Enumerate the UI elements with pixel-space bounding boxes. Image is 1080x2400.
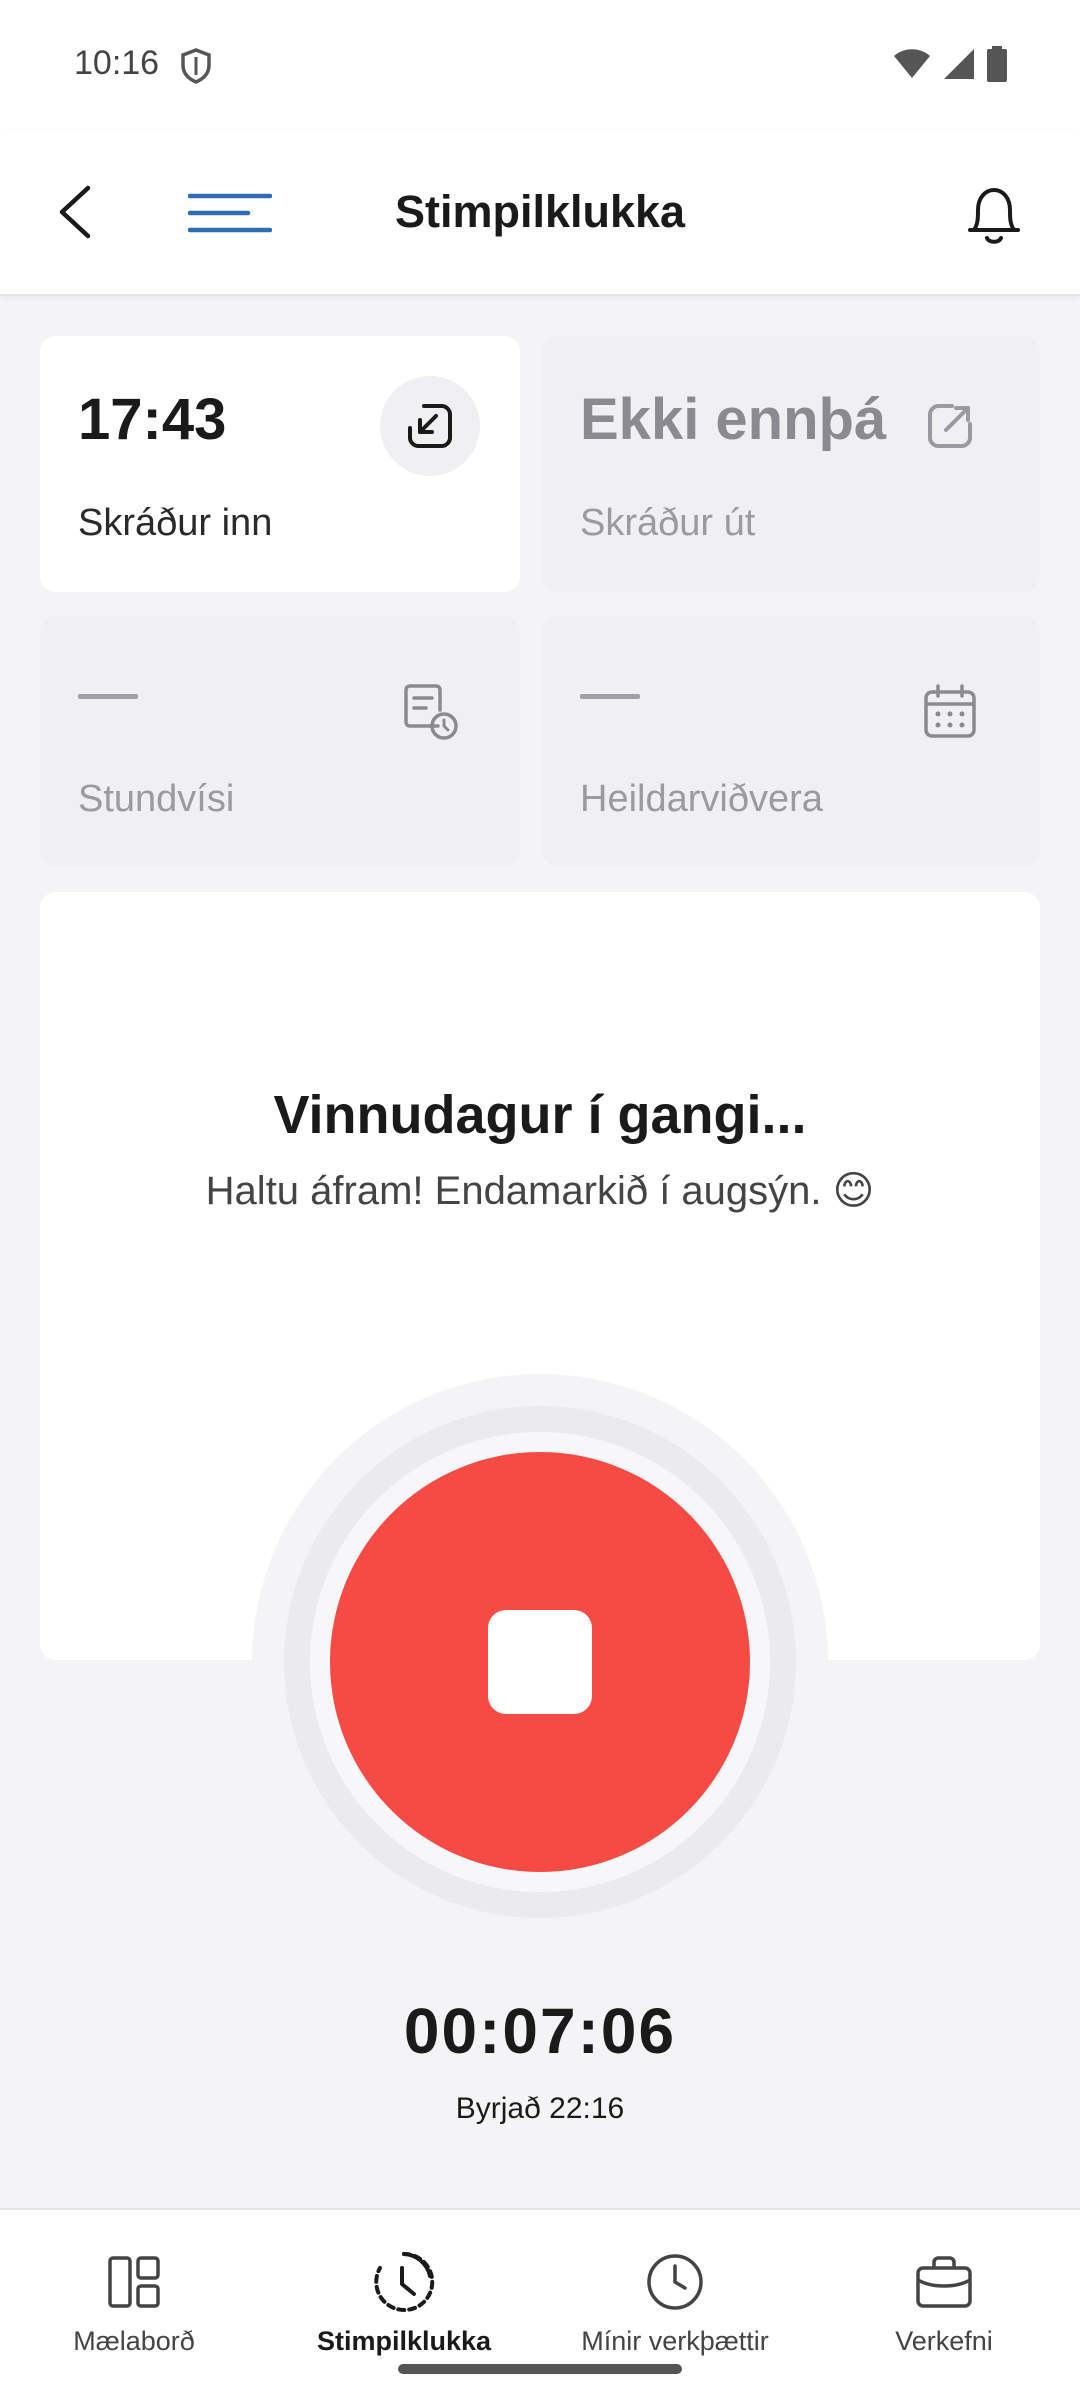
nav-label-projects: Verkefni	[895, 2326, 993, 2356]
home-indicator	[398, 2364, 682, 2374]
nav-label-timeclock: Stimpilklukka	[316, 2326, 492, 2356]
clock-in-card: 17:43 Skráður inn	[40, 336, 520, 592]
app-bar: Stimpilklukka	[0, 130, 1080, 296]
dashboard-icon	[108, 2256, 160, 2308]
bell-icon[interactable]	[962, 180, 1026, 250]
battery-icon	[987, 46, 1007, 82]
shield-icon	[181, 48, 211, 84]
punctuality-icon-wrap	[380, 662, 480, 762]
briefcase-icon	[916, 2256, 972, 2308]
calendar-icon	[924, 684, 976, 738]
total-attendance-icon-wrap	[900, 662, 1000, 762]
total-attendance-value: —	[580, 694, 640, 699]
status-time: 10:16	[74, 44, 160, 82]
external-link-icon	[928, 404, 972, 448]
stop-clock-button[interactable]	[330, 1452, 750, 1872]
clock-out-card: Ekki ennþá Skráður út	[542, 336, 1040, 592]
workday-status-subtitle: Haltu áfram! Endamarkið í augsýn. 😊	[205, 1169, 875, 1213]
clock-in-time: 17:43	[78, 387, 227, 452]
document-clock-icon	[404, 684, 458, 740]
clock-out-label: Skráður út	[580, 502, 756, 544]
signal-icon	[944, 49, 974, 79]
nav-label-my-tasks: Mínir verkþættir	[581, 2326, 769, 2356]
page-title: Stimpilklukka	[394, 186, 686, 237]
wifi-icon	[894, 49, 930, 78]
workday-status-title: Vinnudagur í gangi...	[273, 1085, 807, 1145]
total-attendance-card: — Heildarviðvera	[542, 616, 1040, 866]
started-time: Byrjað 22:16	[455, 2092, 625, 2125]
clock-in-icon-wrap	[380, 376, 480, 476]
clock-out-icon-wrap	[900, 376, 1000, 476]
clock-in-label: Skráður inn	[78, 502, 273, 544]
elapsed-timer: 00:07:06	[403, 1995, 677, 2067]
nav-label-dashboard: Mælaborð	[73, 2326, 195, 2356]
clock-icon	[647, 2254, 703, 2310]
stop-icon	[488, 1610, 592, 1714]
login-arrow-icon	[408, 404, 452, 448]
nav-item-projects[interactable]: Verkefni	[844, 2210, 1044, 2400]
nav-item-dashboard[interactable]: Mælaborð	[34, 2210, 234, 2400]
status-bar: 10:16	[0, 0, 1080, 130]
status-icons	[892, 46, 1008, 82]
punctuality-value: —	[78, 694, 138, 699]
clock-out-value: Ekki ennþá	[580, 387, 887, 452]
total-attendance-label: Heildarviðvera	[580, 778, 823, 820]
punctuality-label: Stundvísi	[78, 778, 235, 820]
punctuality-card: — Stundvísi	[40, 616, 520, 866]
timeclock-icon	[374, 2251, 435, 2312]
